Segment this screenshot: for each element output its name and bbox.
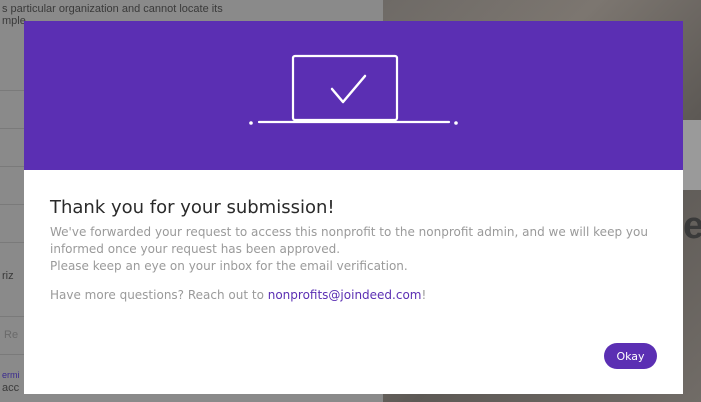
help-suffix: ! (421, 288, 427, 302)
modal-message: Please keep an eye on your inbox for the… (50, 259, 408, 273)
modal-body: We've forwarded your request to access t… (50, 224, 670, 275)
background-text: riz (2, 270, 14, 282)
help-prefix: Have more questions? Reach out to (50, 288, 268, 302)
submission-modal: Thank you for your submission! We've for… (24, 21, 683, 394)
background-text: mple (2, 15, 26, 27)
modal-title: Thank you for your submission! (50, 197, 335, 218)
background-text: s particular organization and cannot loc… (2, 3, 223, 15)
background-letters: e (683, 205, 701, 247)
modal-header (24, 21, 683, 170)
support-email-link[interactable]: nonprofits@joindeed.com (268, 288, 422, 302)
help-text: Have more questions? Reach out to nonpro… (50, 288, 426, 302)
okay-button[interactable]: Okay (604, 343, 657, 369)
background-text: Re (4, 329, 19, 341)
modal-message: We've forwarded your request to access t… (50, 225, 648, 256)
laptop-checkmark-icon (249, 54, 458, 125)
background-link: ermi (2, 370, 20, 380)
background-text: acc (2, 382, 20, 394)
background-panel (683, 120, 701, 190)
